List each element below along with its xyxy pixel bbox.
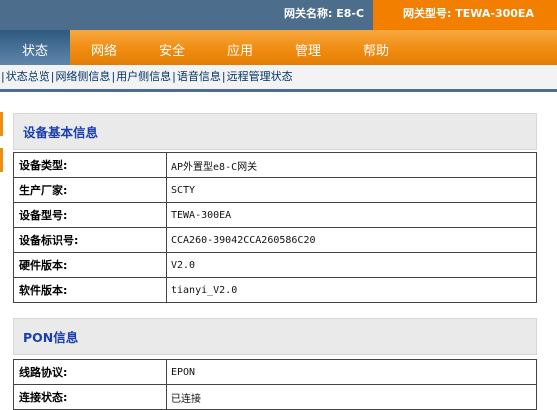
subnav-remote-management[interactable]: 远程管理状态	[227, 70, 293, 83]
pon-info-table: 线路协议: EPON 连接状态: 已连接	[13, 359, 537, 410]
row-value: SCTY	[166, 177, 537, 203]
subnav-network-info[interactable]: 网络侧信息	[55, 70, 110, 83]
row-value: TEWA-300EA	[166, 202, 537, 228]
subnav-user-info[interactable]: 用户侧信息	[116, 70, 171, 83]
table-row: 连接状态: 已连接	[13, 384, 537, 410]
main-tab-bar: 状态 网络 安全 应用 管理 帮助	[0, 30, 557, 65]
tab-status[interactable]: 状态	[0, 30, 70, 65]
device-info-table: 设备类型: AP外置型e8-C网关 生产厂家: SCTY 设备型号: TEWA-…	[13, 152, 537, 303]
row-label: 设备类型:	[13, 152, 167, 178]
row-value: AP外置型e8-C网关	[166, 152, 537, 178]
subnav-voice-info[interactable]: 语音信息	[177, 70, 221, 83]
section-title-pon-info: PON信息	[13, 318, 537, 355]
subnav-status-overview[interactable]: 状态总览	[6, 70, 50, 83]
row-value: CCA260-39042CCA260586C20	[166, 227, 537, 253]
tab-application[interactable]: 应用	[206, 30, 274, 65]
table-row: 生产厂家: SCTY	[13, 177, 537, 203]
table-row: 硬件版本: V2.0	[13, 252, 537, 278]
row-label: 设备标识号:	[13, 227, 167, 253]
table-row: 设备型号: TEWA-300EA	[13, 202, 537, 228]
tab-help[interactable]: 帮助	[342, 30, 410, 65]
table-row: 线路协议: EPON	[13, 359, 537, 385]
row-label: 线路协议:	[13, 359, 167, 385]
row-label: 软件版本:	[13, 277, 167, 303]
tab-security[interactable]: 安全	[138, 30, 206, 65]
gateway-model: 网关型号: TEWA-300EA	[373, 0, 557, 30]
table-row: 设备类型: AP外置型e8-C网关	[13, 152, 537, 178]
row-value: EPON	[166, 359, 537, 385]
tab-management[interactable]: 管理	[274, 30, 342, 65]
table-row: 软件版本: tianyi_V2.0	[13, 277, 537, 303]
row-value: 已连接	[166, 384, 537, 410]
top-header-bar: 网关名称: E8-C 网关型号: TEWA-300EA	[0, 0, 557, 30]
side-accent-marker	[0, 112, 3, 136]
row-value: V2.0	[166, 252, 537, 278]
row-label: 连接状态:	[13, 384, 167, 410]
gateway-name: 网关名称: E8-C	[284, 7, 365, 20]
row-value: tianyi_V2.0	[166, 277, 537, 303]
side-accent-marker	[0, 148, 3, 172]
row-label: 硬件版本:	[13, 252, 167, 278]
row-label: 生产厂家:	[13, 177, 167, 203]
tab-network[interactable]: 网络	[70, 30, 138, 65]
row-label: 设备型号:	[13, 202, 167, 228]
sub-navigation: |状态总览|网络侧信息|用户侧信息|语音信息|远程管理状态	[0, 65, 557, 92]
section-title-device-info: 设备基本信息	[13, 113, 537, 150]
table-row: 设备标识号: CCA260-39042CCA260586C20	[13, 227, 537, 253]
